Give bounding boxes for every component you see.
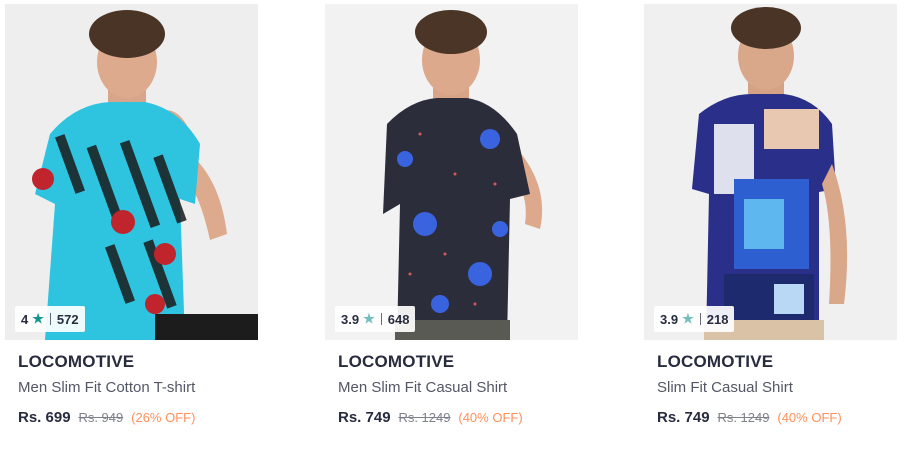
product-name: Men Slim Fit Cotton T-shirt xyxy=(18,379,196,396)
product-image[interactable]: 3.9 ★ 218 xyxy=(644,4,897,340)
product-mrp: Rs. 949 xyxy=(78,410,124,425)
product-price: Rs. 699 xyxy=(18,409,71,426)
rating-value: 4 xyxy=(21,311,29,327)
product-name: Slim Fit Casual Shirt xyxy=(657,379,793,396)
product-mrp: Rs. 1249 xyxy=(717,410,770,425)
product-discount: (40% OFF) xyxy=(458,410,523,425)
model-in-printed-shirt-icon xyxy=(644,4,897,340)
product-brand: LOCOMOTIVE xyxy=(338,352,455,371)
star-icon: ★ xyxy=(682,311,694,326)
product-brand: LOCOMOTIVE xyxy=(657,352,774,371)
divider xyxy=(380,313,382,325)
product-discount: (40% OFF) xyxy=(777,410,842,425)
product-discount: (26% OFF) xyxy=(131,410,196,425)
product-image[interactable]: 3.9 ★ 648 xyxy=(325,4,578,340)
product-price: Rs. 749 xyxy=(657,409,710,426)
divider xyxy=(699,313,701,325)
rating-value: 3.9 xyxy=(341,311,360,327)
product-mrp: Rs. 1249 xyxy=(398,410,451,425)
star-icon: ★ xyxy=(32,311,44,326)
product-card[interactable]: 3.9 ★ 648 LOCOMOTIVE Men Slim Fit Casual… xyxy=(325,4,578,427)
rating-count: 218 xyxy=(706,311,729,327)
rating-count: 572 xyxy=(56,311,79,327)
rating-badge: 3.9 ★ 648 xyxy=(335,306,416,332)
price-row: Rs. 699 Rs. 949 (26% OFF) xyxy=(18,408,258,427)
rating-value: 3.9 xyxy=(660,311,679,327)
product-price: Rs. 749 xyxy=(338,409,391,426)
product-name: Men Slim Fit Casual Shirt xyxy=(338,379,508,396)
product-grid: 4 ★ 572 LOCOMOTIVE Men Slim Fit Cotton T… xyxy=(0,0,910,466)
price-row: Rs. 749 Rs. 1249 (40% OFF) xyxy=(657,408,897,427)
product-card[interactable]: 4 ★ 572 LOCOMOTIVE Men Slim Fit Cotton T… xyxy=(5,4,258,427)
star-icon: ★ xyxy=(363,311,375,326)
rating-badge: 3.9 ★ 218 xyxy=(654,306,735,332)
rating-count: 648 xyxy=(387,311,410,327)
product-card[interactable]: 3.9 ★ 218 LOCOMOTIVE Slim Fit Casual Shi… xyxy=(644,4,897,427)
divider xyxy=(49,313,51,325)
rating-badge: 4 ★ 572 xyxy=(15,306,85,332)
product-brand: LOCOMOTIVE xyxy=(18,352,135,371)
model-in-cyan-tshirt-icon xyxy=(5,4,258,340)
price-row: Rs. 749 Rs. 1249 (40% OFF) xyxy=(338,408,578,427)
product-image[interactable]: 4 ★ 572 xyxy=(5,4,258,340)
model-in-navy-floral-shirt-icon xyxy=(325,4,578,340)
